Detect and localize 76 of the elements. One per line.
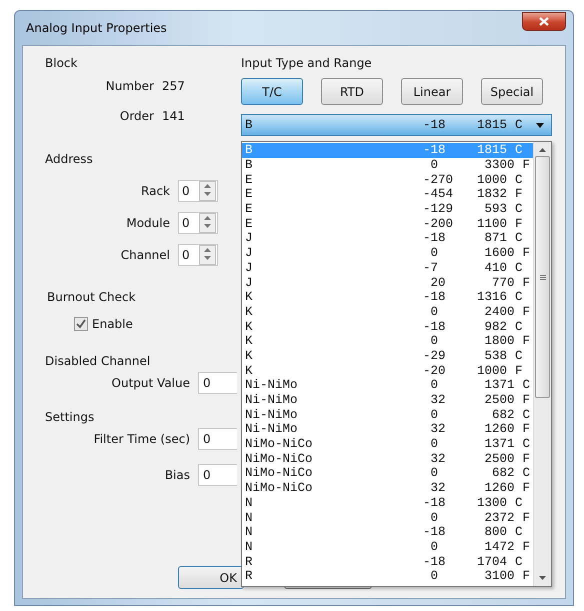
checkbox[interactable] [74, 317, 88, 331]
field-label: Output Value [110, 376, 191, 390]
list-item[interactable]: N 0 2372 F [242, 510, 533, 525]
spin-field[interactable]: 0 [178, 212, 218, 234]
section-heading: Block [45, 56, 78, 70]
list-item[interactable]: K -29 538 C [242, 348, 533, 364]
list-item[interactable]: Ni-NiMo 32 2500 F [242, 392, 533, 408]
close-icon [539, 16, 549, 26]
down-arrow-icon[interactable] [204, 256, 211, 260]
close-button[interactable] [522, 12, 566, 30]
list-item[interactable]: K -20 1000 F [242, 363, 533, 378]
down-arrow-icon[interactable] [204, 192, 211, 196]
list-item[interactable]: NiMo-NiCo 0 1371 C [242, 436, 533, 452]
up-arrow-icon[interactable] [204, 184, 211, 188]
field-label: Number [104, 79, 155, 93]
field-value: 257 [162, 79, 185, 93]
list-item[interactable]: Ni-NiMo 32 1260 F [242, 422, 533, 437]
type-button[interactable]: Linear [401, 78, 463, 105]
list-item[interactable]: Ni-NiMo 0 1371 C [242, 378, 533, 393]
list-item[interactable]: Ni-NiMo 0 682 C [242, 407, 533, 422]
checkbox-label: Enable [92, 317, 133, 331]
ok-button[interactable]: OK [178, 566, 244, 589]
list-item[interactable]: E -200 1100 F [242, 216, 533, 232]
list-item[interactable]: NiMo-NiCo 32 2500 F [242, 451, 533, 466]
list-item[interactable]: N 0 1472 F [242, 540, 533, 554]
list-item[interactable]: N -18 800 C [242, 524, 533, 540]
list-item[interactable]: K -18 1316 C [242, 290, 533, 305]
down-arrow-icon[interactable] [204, 224, 211, 228]
up-arrow-icon[interactable] [204, 248, 211, 252]
field-value: 141 [162, 109, 185, 123]
list-item[interactable]: B 0 3300 F [242, 158, 533, 172]
type-button[interactable]: T/C [241, 78, 303, 105]
list-item[interactable]: E -454 1832 F [242, 187, 533, 202]
list-item[interactable]: NiMo-NiCo 32 1260 F [242, 480, 533, 496]
spinner[interactable] [199, 213, 216, 233]
field-label: Module [125, 216, 171, 230]
list-item[interactable]: R 0 3100 F [242, 568, 533, 584]
list-item[interactable]: K -18 982 C [242, 319, 533, 334]
field-label: Filter Time (sec) [92, 432, 191, 446]
section-heading: Input Type and Range [241, 56, 373, 70]
field-label: Bias [164, 468, 191, 482]
up-arrow-icon[interactable] [204, 216, 211, 220]
spinner[interactable] [199, 181, 216, 201]
list-item[interactable]: J 20 770 F [242, 275, 533, 290]
field-label: Rack [140, 184, 171, 198]
type-button[interactable]: Special [481, 78, 543, 105]
spinner[interactable] [199, 245, 216, 265]
scroll-thumb[interactable] [535, 156, 550, 398]
scroll-down-icon[interactable] [539, 576, 546, 580]
window-title: Analog Input Properties [25, 21, 167, 35]
text-field[interactable]: 0 [198, 464, 237, 486]
scroll-up-icon[interactable] [539, 148, 546, 152]
range-dropdown[interactable]: B -18 1815 C [241, 114, 552, 136]
text-field[interactable]: 0 [198, 428, 237, 450]
list-item[interactable]: J -18 871 C [242, 231, 533, 246]
list-item[interactable]: K 0 1800 F [242, 334, 533, 349]
section-heading: Address [45, 152, 94, 166]
spin-field[interactable]: 0 [178, 244, 218, 266]
section-heading: Burnout Check [47, 290, 137, 304]
list-item[interactable]: J -7 410 C [242, 260, 533, 276]
list-item[interactable]: E -270 1000 C [242, 172, 533, 188]
list-item[interactable]: R -18 1704 C [242, 554, 533, 569]
field-label: Order [118, 109, 155, 123]
list-item[interactable]: N -18 1300 C [242, 496, 533, 510]
section-heading: Disabled Channel [45, 354, 152, 368]
section-heading: Settings [45, 410, 96, 424]
field-label: Channel [120, 248, 171, 262]
list-item[interactable]: E -129 593 C [242, 202, 533, 216]
dropdown-arrow-icon [536, 122, 544, 128]
list-item[interactable]: K 0 2400 F [242, 304, 533, 320]
list-item[interactable]: J 0 1600 F [242, 246, 533, 260]
text-field[interactable]: 0 [198, 372, 237, 394]
spin-field[interactable]: 0 [178, 180, 218, 202]
scrollbar[interactable] [533, 142, 551, 586]
type-button[interactable]: RTD [321, 78, 383, 105]
list-item[interactable]: NiMo-NiCo 0 682 C [242, 466, 533, 481]
